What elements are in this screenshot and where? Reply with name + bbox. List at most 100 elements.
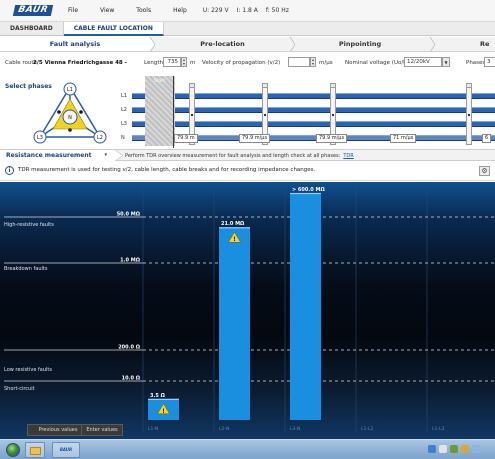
enter-values-button[interactable]: Enter values	[81, 424, 123, 436]
cable-line-l1[interactable]	[132, 93, 495, 99]
bar-value-label: 3.5 Ω	[150, 393, 166, 399]
bar-top-highlight	[219, 227, 250, 229]
fault-region-label: Low resistive faults	[4, 367, 52, 373]
fault-region-label: High-resistive faults	[4, 222, 54, 228]
previous-values-button[interactable]: Previous values	[27, 424, 89, 436]
step-pinpointing[interactable]: Pinpointing	[295, 37, 425, 51]
distance-readout: 71 m/µs	[390, 134, 417, 143]
marker-dot	[264, 114, 266, 116]
main-tabs: DASHBOARD CABLE FAULT LOCATION	[0, 22, 495, 36]
step-wizard: Fault analysis Pre-location Pinpointing …	[0, 37, 495, 52]
phases-label: Phases	[466, 60, 486, 66]
measurement-select-label: Resistance measurement	[6, 152, 92, 159]
distance-readout: 79.9 m/µs	[239, 134, 271, 143]
distance-marker[interactable]	[466, 87, 472, 145]
menu-bar: BAUR File View Tools Help U: 229 V I: 1.…	[0, 0, 495, 22]
cable-label-l3: L3	[121, 121, 127, 127]
tab-cable-fault-location[interactable]: CABLE FAULT LOCATION	[63, 22, 164, 36]
baur-app-taskbar-button[interactable]: BAUR	[52, 442, 80, 458]
category-label: L1-N	[148, 426, 158, 432]
start-button[interactable]	[6, 443, 20, 457]
tdr-link[interactable]: TDR	[343, 153, 353, 159]
vop-input[interactable]	[288, 57, 310, 67]
menu-tools[interactable]: Tools	[136, 7, 151, 14]
warning-mark: !	[162, 408, 165, 415]
explorer-icon[interactable]	[25, 442, 45, 458]
marker-dot	[332, 114, 334, 116]
category-label: L1-L2	[361, 426, 374, 432]
status-voltage: U: 229 V	[202, 7, 229, 14]
length-label: Length	[144, 60, 163, 66]
tray-network-icon[interactable]	[428, 445, 436, 453]
step-fault-analysis[interactable]: Fault analysis	[0, 37, 150, 51]
cable-route-value[interactable]: 2/5 Vienna Friedrichgasse 48 -	[33, 60, 127, 66]
warning-mark: !	[233, 236, 236, 243]
category-label: L1-L3	[432, 426, 445, 432]
bar-value-label: > 600.0 MΩ	[292, 187, 325, 193]
cable-label-l2: L2	[121, 107, 127, 113]
diagram-label-l1: L1	[67, 87, 73, 93]
threshold-label: 50.0 MΩ	[117, 212, 141, 218]
tray-volume-icon[interactable]	[439, 445, 447, 453]
bar-l2-n	[219, 227, 250, 420]
step-separator-icon	[145, 37, 155, 51]
marker-dot	[191, 114, 193, 116]
voltage-select[interactable]: 12/20kV	[404, 57, 442, 67]
cable-label-n: N	[121, 135, 125, 141]
phases-input[interactable]: 3	[484, 57, 495, 67]
diagram-label-n: N	[68, 115, 72, 121]
measurement-bar: Resistance measurement ▾ Perform TDR ove…	[0, 149, 495, 161]
bar-value-label: 21.0 MΩ	[221, 221, 245, 227]
marker-dot	[468, 114, 470, 116]
baur-logo: BAUR	[12, 5, 54, 16]
diagram-label-l3: L3	[37, 135, 43, 141]
category-label: L2-N	[219, 426, 229, 432]
vop-unit: m/µs	[319, 60, 333, 66]
distance-readout: 79.9 m/µs	[316, 134, 348, 143]
cable-label-l1: L1	[121, 93, 127, 99]
measurement-select[interactable]: Resistance measurement ▾	[0, 150, 115, 161]
info-line: i TDR measurement is used for testing v/…	[0, 161, 495, 181]
menu-view[interactable]: View	[100, 7, 114, 14]
resistance-chart: 50.0 MΩ 1.0 MΩ 200.0 Ω 10.0 Ω High-resistive…	[0, 182, 495, 439]
fault-region-label: Short-circuit	[4, 386, 35, 392]
step-report[interactable]: Re	[480, 37, 495, 51]
vop-label: Velocity of propagation (v/2)	[202, 60, 281, 66]
category-label: L3-N	[290, 426, 300, 432]
gear-icon[interactable]: ⚙	[479, 166, 490, 176]
step-pre-location[interactable]: Pre-location	[155, 37, 290, 51]
measurement-hint-text: Perform TDR overview measurement for fau…	[125, 153, 341, 159]
tab-dashboard[interactable]: DASHBOARD	[0, 22, 64, 36]
vop-stepper[interactable]: ▴ ▾	[310, 57, 316, 67]
info-text: TDR measurement is used for testing v/2,…	[18, 167, 316, 173]
tray-flag-icon[interactable]	[461, 445, 469, 453]
length-stepper[interactable]: ▴ ▾	[181, 57, 187, 67]
tray-clock-icon[interactable]	[472, 445, 480, 453]
menu-file[interactable]: File	[68, 7, 78, 14]
fault-region-label: Breakdown faults	[4, 266, 48, 272]
step-separator-icon	[289, 37, 295, 51]
cable-line-l2[interactable]	[132, 107, 495, 113]
cable-parameters: Cable route 2/5 Vienna Friedrichgasse 48…	[0, 55, 495, 71]
tray-battery-icon[interactable]	[450, 445, 458, 453]
diagram-label-l2: L2	[97, 135, 103, 141]
length-input[interactable]: 735	[163, 57, 181, 67]
distance-readout: 79.9 m	[174, 134, 198, 143]
start-label: Start	[154, 79, 165, 84]
cable-line-l3[interactable]	[132, 121, 495, 127]
info-icon: i	[5, 166, 14, 175]
threshold-label: 1.0 MΩ	[120, 258, 141, 264]
cable-start-area	[145, 76, 175, 146]
bar-top-highlight	[148, 398, 179, 400]
windows-taskbar: BAUR	[0, 439, 495, 459]
system-tray	[428, 445, 480, 455]
chevron-down-icon[interactable]: ▼	[442, 57, 450, 67]
measurement-hint: Perform TDR overview measurement for fau…	[125, 152, 354, 160]
status-frequency: f: 50 Hz	[265, 7, 289, 14]
phase-diagram[interactable]: L1 L3 L2 N	[30, 79, 110, 145]
step-separator-icon	[429, 37, 435, 51]
bar-top-highlight	[290, 192, 321, 195]
menu-help[interactable]: Help	[173, 7, 187, 14]
status-current: I: 1.8 A	[236, 7, 258, 14]
bar-l3-n	[290, 192, 321, 420]
